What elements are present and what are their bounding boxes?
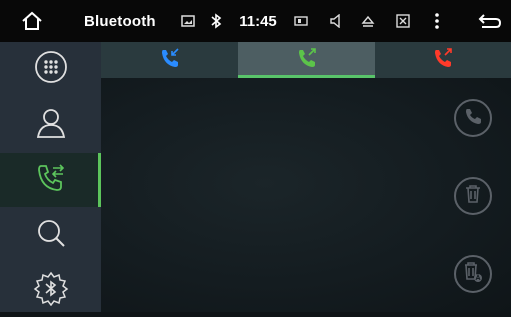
trash-all-icon xyxy=(463,261,483,288)
sidebar-item-search[interactable] xyxy=(0,208,101,262)
person-icon xyxy=(34,106,68,145)
search-icon xyxy=(34,216,68,255)
phone-transfer-icon xyxy=(33,160,69,201)
image-icon xyxy=(178,0,198,42)
clock-time: 11:45 xyxy=(239,12,277,30)
more-vert-icon[interactable] xyxy=(430,0,444,42)
call-button[interactable] xyxy=(454,99,492,137)
sidebar-item-dialpad[interactable] xyxy=(0,42,101,96)
home-icon[interactable] xyxy=(17,0,47,42)
sidebar-item-call-history[interactable] xyxy=(0,153,101,207)
sidebar xyxy=(0,42,101,312)
phone-incoming-icon xyxy=(159,47,181,74)
eject-icon[interactable] xyxy=(358,0,378,42)
call-log-list[interactable] xyxy=(101,78,511,312)
bluetooth-icon xyxy=(207,0,225,42)
screen-icon[interactable] xyxy=(291,0,311,42)
delete-all-button[interactable] xyxy=(454,255,492,293)
app-title: Bluetooth xyxy=(84,12,156,30)
tab-missed-calls[interactable] xyxy=(375,42,511,78)
phone-missed-icon xyxy=(432,47,454,74)
tab-outgoing-calls[interactable] xyxy=(238,42,375,78)
call-log-tabs xyxy=(101,42,511,78)
back-icon[interactable] xyxy=(475,0,505,42)
bluetooth-gear-icon xyxy=(33,270,69,311)
close-box-icon[interactable] xyxy=(393,0,413,42)
sidebar-item-bluetooth-settings[interactable] xyxy=(0,263,101,317)
delete-button[interactable] xyxy=(454,177,492,215)
phone-outgoing-icon xyxy=(296,47,318,74)
phone-icon xyxy=(464,107,482,130)
volume-icon[interactable] xyxy=(326,0,346,42)
status-bar: Bluetooth 11:45 xyxy=(0,0,511,42)
trash-icon xyxy=(464,184,482,209)
dialpad-icon xyxy=(34,50,68,89)
sidebar-item-contacts[interactable] xyxy=(0,98,101,152)
tab-incoming-calls[interactable] xyxy=(101,42,238,78)
